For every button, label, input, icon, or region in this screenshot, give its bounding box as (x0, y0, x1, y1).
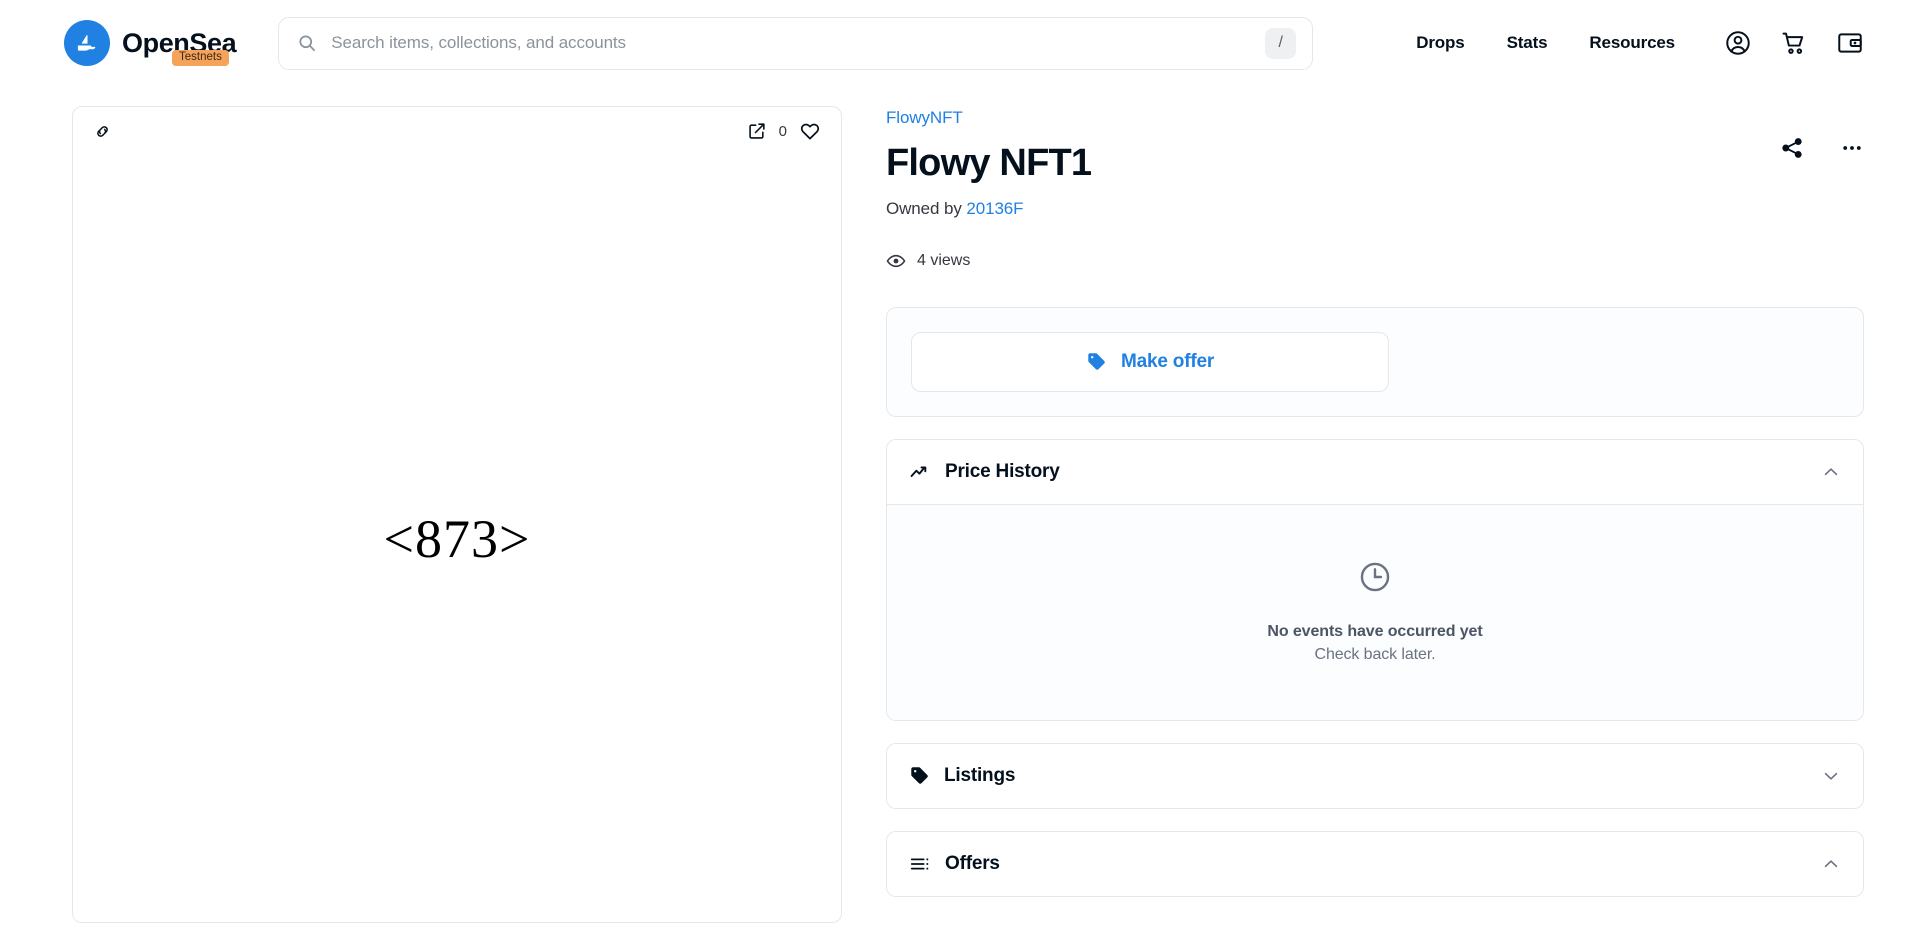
artwork-card-toolbar: 0 (73, 107, 841, 155)
views-count: 4 views (917, 251, 971, 269)
make-offer-label: Make offer (1120, 350, 1215, 372)
owner-link[interactable]: 20136F (966, 199, 1023, 218)
empty-state-title: No events have occurred yet (1267, 623, 1483, 641)
search-icon (297, 33, 317, 53)
heart-icon[interactable] (799, 120, 821, 142)
tag-icon (1086, 351, 1107, 372)
artwork-actions: 0 (747, 120, 821, 142)
nav-item-stats[interactable]: Stats (1486, 23, 1569, 63)
title-row: Flowy NFT1 (886, 128, 1864, 186)
price-history-empty-state: No events have occurred yet Check back l… (887, 503, 1863, 720)
testnets-badge: Testnets (172, 49, 229, 66)
section-listings: Listings (886, 742, 1864, 809)
collection-link[interactable]: FlowyNFT (886, 108, 1864, 128)
price-history-title: Price History (945, 460, 1060, 482)
item-details-column: FlowyNFT Flowy NFT1 Owned by 20136F 4 vi… (886, 106, 1864, 897)
chevron-up-icon[interactable] (1821, 854, 1841, 874)
offers-header[interactable]: Offers (887, 831, 1863, 896)
artwork-text: <873> (383, 508, 531, 569)
nft-artwork-display: <873> (73, 155, 841, 922)
make-offer-button[interactable]: Make offer (911, 331, 1389, 392)
listings-title: Listings (944, 764, 1016, 786)
nft-artwork-card: 0 <873> (72, 106, 842, 923)
opensea-logo-home-link[interactable]: OpenSea Testnets (64, 20, 237, 66)
eye-icon (886, 251, 906, 271)
top-header: OpenSea Testnets / Drops Stats Resources (0, 0, 1920, 86)
chevron-up-icon[interactable] (1821, 462, 1841, 482)
favorite-count: 0 (778, 122, 787, 140)
main-navigation: Drops Stats Resources (1395, 23, 1864, 63)
artwork-column: 0 <873> (72, 106, 842, 942)
empty-state-subtitle: Check back later. (1314, 646, 1436, 664)
section-price-history: Price History No events have occurred ye… (886, 438, 1864, 721)
nav-item-resources[interactable]: Resources (1568, 23, 1696, 63)
section-offers: Offers (886, 830, 1864, 897)
clock-icon (1358, 560, 1392, 599)
owned-by-label: Owned by (886, 198, 962, 218)
sailboat-icon (64, 20, 110, 66)
tag-icon (909, 765, 930, 786)
search-container: / (278, 16, 1314, 70)
chevron-down-icon[interactable] (1821, 766, 1841, 786)
views-row: 4 views (886, 251, 1864, 271)
external-link-icon[interactable] (747, 121, 767, 141)
more-horizontal-icon[interactable] (1840, 136, 1864, 160)
wallet-icon[interactable] (1836, 29, 1864, 57)
cart-icon[interactable] (1780, 29, 1808, 57)
account-icon[interactable] (1724, 29, 1752, 57)
offer-panel: Make offer (886, 306, 1864, 417)
trending-line-icon (909, 461, 931, 483)
chain-link-icon (93, 122, 112, 141)
search-input[interactable] (329, 32, 1266, 54)
price-history-header[interactable]: Price History (887, 439, 1863, 504)
page-main: 0 <873> FlowyNFT Flowy NFT1 Owned by 201… (0, 86, 1920, 942)
ownership-info: Owned by 20136F (886, 199, 1864, 219)
header-icon-group (1724, 29, 1864, 57)
share-icon[interactable] (1780, 136, 1804, 160)
page-title: Flowy NFT1 (886, 142, 1092, 184)
nav-item-drops[interactable]: Drops (1395, 23, 1485, 63)
list-lines-icon (909, 853, 931, 875)
offers-title: Offers (945, 852, 1000, 874)
item-action-icons (1780, 128, 1864, 160)
search-shortcut-key: / (1265, 27, 1297, 59)
search-box[interactable]: / (278, 16, 1314, 70)
listings-header[interactable]: Listings (887, 743, 1863, 808)
